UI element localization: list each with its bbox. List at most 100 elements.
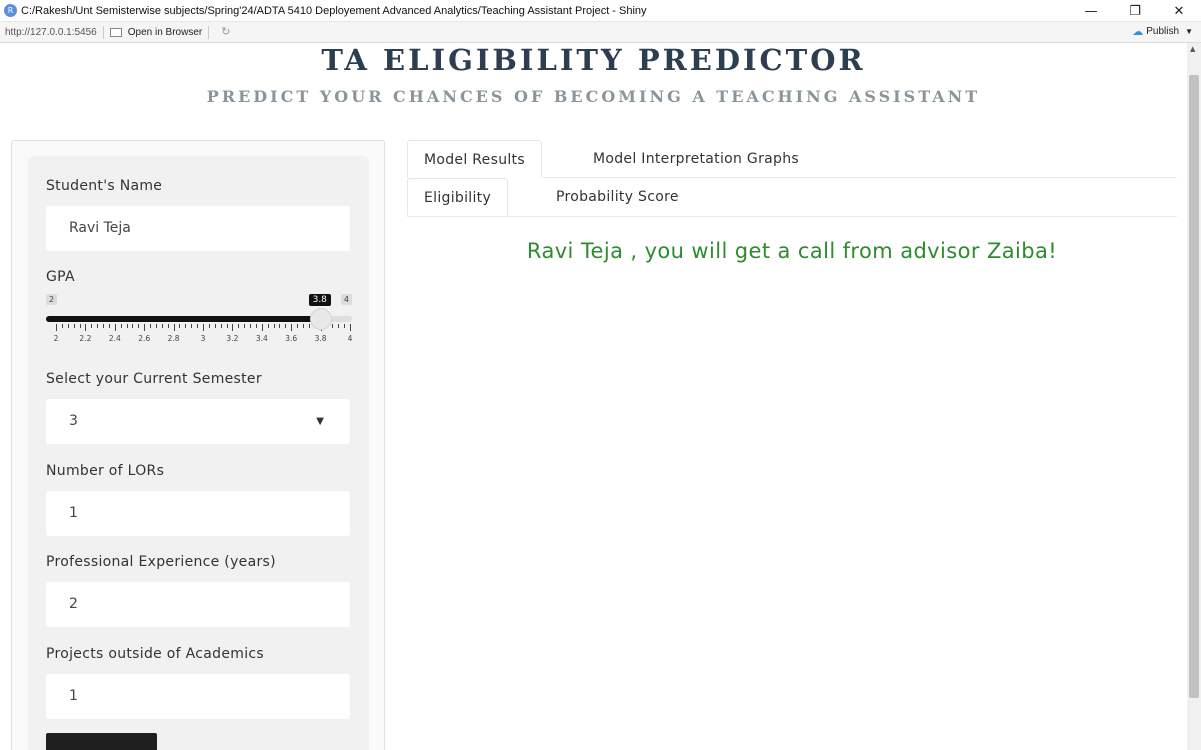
slider-tick-label: 4 bbox=[347, 334, 353, 343]
slider-tick bbox=[185, 324, 187, 328]
tab-model-interpretation-graphs[interactable]: Model Interpretation Graphs bbox=[577, 140, 815, 178]
slider-tick bbox=[138, 324, 140, 328]
slider-tick bbox=[344, 324, 346, 328]
gpa-value-label: 3.8 bbox=[308, 294, 331, 306]
slider-tick bbox=[114, 324, 116, 331]
tab-eligibility[interactable]: Eligibility bbox=[407, 178, 509, 216]
slider-tick-label: 3.6 bbox=[285, 334, 298, 343]
chevron-down-icon: ▼ bbox=[1185, 27, 1193, 36]
slider-tick bbox=[297, 324, 299, 328]
slider-tick bbox=[208, 324, 210, 328]
lors-input[interactable]: 1 bbox=[46, 491, 350, 536]
slider-tick-label: 3.4 bbox=[255, 334, 268, 343]
slider-handle[interactable] bbox=[309, 308, 332, 330]
experience-label: Professional Experience (years) bbox=[46, 554, 276, 570]
open-in-browser-button[interactable]: Open in Browser bbox=[109, 26, 203, 38]
slider-tick bbox=[91, 324, 93, 328]
open-in-browser-label: Open in Browser bbox=[127, 26, 203, 38]
slider-tick bbox=[191, 324, 193, 328]
slider-tick bbox=[238, 324, 240, 328]
slider-tick bbox=[302, 324, 304, 328]
slider-tick bbox=[338, 324, 340, 328]
slider-tick bbox=[232, 324, 234, 331]
slider-tick bbox=[350, 324, 351, 331]
tab-model-results[interactable]: Model Results bbox=[407, 140, 542, 178]
slider-tick bbox=[226, 324, 228, 328]
window-titlebar: R C:/Rakesh/Unt Semisterwise subjects/Sp… bbox=[0, 0, 1201, 22]
minimize-button[interactable]: — bbox=[1069, 0, 1113, 22]
slider-tick bbox=[155, 324, 157, 328]
slider-tick bbox=[173, 324, 175, 331]
vertical-scrollbar[interactable]: ▲ bbox=[1187, 43, 1201, 750]
slider-tick bbox=[250, 324, 252, 328]
slider-tick bbox=[267, 324, 269, 328]
slider-tick bbox=[108, 324, 110, 328]
slider-tick bbox=[61, 324, 63, 328]
slider-tick bbox=[56, 324, 57, 331]
viewer-toolbar: http://127.0.0.1:5456 Open in Browser ↻ … bbox=[0, 22, 1201, 43]
slider-tick bbox=[103, 324, 105, 328]
slider-tick bbox=[244, 324, 246, 328]
submit-button[interactable] bbox=[46, 733, 157, 750]
slider-tick bbox=[308, 324, 310, 328]
slider-tick bbox=[273, 324, 275, 328]
semester-select[interactable]: 3 ▼ bbox=[46, 399, 350, 444]
slider-tick bbox=[126, 324, 128, 328]
projects-input[interactable]: 1 bbox=[46, 674, 350, 719]
gpa-slider[interactable]: 2 4 3.8 2 2.2 2.4 2.6 2.8 3 3.2 3.4 3.6 3.8 4 bbox=[46, 294, 352, 349]
caret-down-icon: ▼ bbox=[316, 416, 324, 427]
slider-tick-label: 2.2 bbox=[79, 334, 92, 343]
semester-selected-value: 3 bbox=[69, 413, 78, 429]
slider-tick-label: 2 bbox=[53, 334, 59, 343]
scroll-up-icon[interactable]: ▲ bbox=[1190, 45, 1195, 53]
slider-tick bbox=[120, 324, 122, 328]
slider-tick bbox=[291, 324, 293, 331]
slider-tick bbox=[279, 324, 281, 328]
slider-tick bbox=[261, 324, 263, 331]
slider-tick bbox=[214, 324, 216, 328]
gpa-max-label: 4 bbox=[340, 294, 352, 305]
input-form: Student's Name Ravi Teja GPA 2 4 3.8 2 2.… bbox=[28, 156, 369, 750]
experience-input[interactable]: 2 bbox=[46, 582, 350, 627]
slider-tick bbox=[97, 324, 99, 328]
slider-tick bbox=[132, 324, 134, 328]
eligibility-result-message: Ravi Teja , you will get a call from adv… bbox=[526, 239, 1058, 263]
window-controls: — ❐ ✕ bbox=[1069, 0, 1201, 22]
toolbar-divider bbox=[208, 25, 210, 39]
slider-tick-label: 3 bbox=[200, 334, 206, 343]
toolbar-divider bbox=[102, 25, 104, 39]
slider-tick-label: 2.6 bbox=[138, 334, 151, 343]
gpa-min-label: 2 bbox=[46, 294, 58, 305]
slider-track-fill bbox=[46, 316, 321, 322]
restore-button[interactable]: ❐ bbox=[1113, 0, 1157, 22]
student-name-input[interactable]: Ravi Teja bbox=[46, 206, 350, 251]
url-text: http://127.0.0.1:5456 bbox=[5, 26, 97, 38]
tab-probability-score[interactable]: Probability Score bbox=[540, 178, 695, 216]
shiny-app-page: TA ELIGIBILITY PREDICTOR PREDICT YOUR CH… bbox=[0, 43, 1187, 750]
scrollbar-thumb[interactable] bbox=[1189, 75, 1199, 698]
slider-tick bbox=[161, 324, 163, 328]
publish-button[interactable]: ☁ Publish ▼ bbox=[1132, 25, 1193, 38]
slider-tick bbox=[197, 324, 199, 328]
slider-tick bbox=[285, 324, 287, 328]
slider-tick bbox=[167, 324, 169, 328]
slider-tick bbox=[85, 324, 87, 331]
sub-tabs: Eligibility Probability Score bbox=[407, 178, 1177, 217]
page-title: TA ELIGIBILITY PREDICTOR bbox=[321, 43, 866, 77]
projects-label: Projects outside of Academics bbox=[46, 646, 264, 662]
refresh-icon[interactable]: ↻ bbox=[221, 26, 233, 38]
close-button[interactable]: ✕ bbox=[1157, 0, 1201, 22]
sidebar-panel: Student's Name Ravi Teja GPA 2 4 3.8 2 2.… bbox=[11, 140, 385, 750]
slider-tick bbox=[255, 324, 257, 328]
slider-tick bbox=[203, 324, 204, 331]
slider-tick bbox=[67, 324, 69, 328]
page-subtitle: PREDICT YOUR CHANCES OF BECOMING A TEACH… bbox=[206, 87, 981, 106]
slider-tick-label: 3.8 bbox=[314, 334, 327, 343]
slider-tick-label: 2.4 bbox=[108, 334, 121, 343]
slider-tick bbox=[220, 324, 222, 328]
slider-tick bbox=[332, 324, 334, 328]
slider-tick-label: 3.2 bbox=[226, 334, 239, 343]
semester-label: Select your Current Semester bbox=[46, 371, 262, 387]
lors-label: Number of LORs bbox=[46, 463, 165, 479]
window-title: C:/Rakesh/Unt Semisterwise subjects/Spri… bbox=[21, 4, 647, 17]
